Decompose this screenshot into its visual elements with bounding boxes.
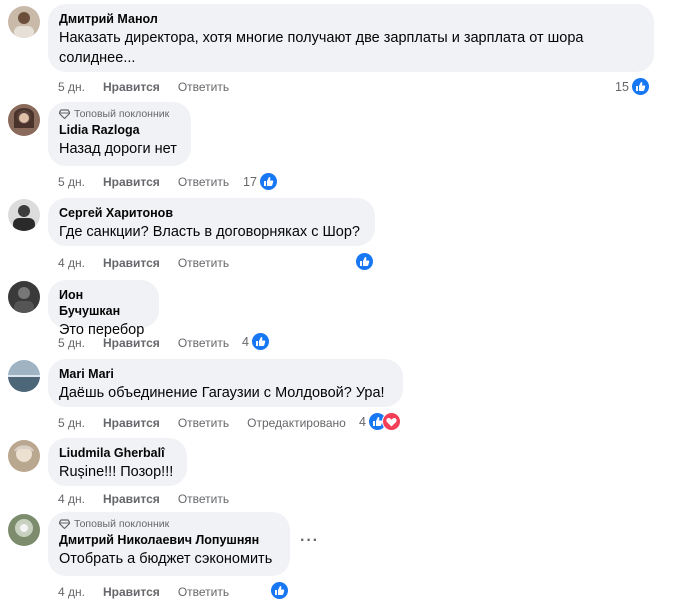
comment-bubble: Сергей Харитонов Где санкции? Власть в д… [48,198,375,246]
like-button[interactable]: Нравится [103,492,160,506]
like-button[interactable]: Нравится [103,416,160,430]
reaction-summary[interactable] [355,252,374,271]
reply-button[interactable]: Ответить [178,256,229,270]
like-button[interactable]: Нравится [103,175,160,189]
timestamp[interactable]: 5 дн. [58,80,85,94]
comment-text-line: Назад дороги нет [59,141,177,157]
comment-author[interactable]: Сергей Харитонов [59,205,363,221]
badge-label: Топовый поклонник [74,108,170,120]
like-icon [355,252,374,271]
like-icon [258,172,278,191]
comment-text: Назад дороги нет [59,139,179,159]
comment-author[interactable]: Mari Mari [59,366,391,382]
reply-button[interactable]: Ответить [178,175,229,189]
diamond-icon [59,519,70,529]
reply-button[interactable]: Ответить [178,585,229,599]
like-icon [250,332,270,351]
like-button[interactable]: Нравится [103,585,160,599]
comment-actions: 4 дн. Нравится Ответить [58,256,247,270]
reply-button[interactable]: Ответить [178,80,229,94]
avatar[interactable] [8,104,40,136]
comment-actions: 4 дн. Нравится Ответить [58,492,247,506]
timestamp[interactable]: 5 дн. [58,175,85,189]
reaction-summary[interactable]: 15 [615,77,650,96]
comment-bubble: Ион Бучушкан Это перебор [48,280,159,338]
comment-bubble: Mari Mari Даёшь объединение Гагаузии с М… [48,359,403,407]
reaction-summary[interactable]: 17 [243,172,278,191]
avatar[interactable] [8,6,40,38]
comment-text: Даёшь объединение Гагаузии с Молдовой? У… [59,383,391,403]
reaction-summary[interactable]: 4 [359,412,401,431]
comment-bubble: Топовый поклонник Дмитрий Николаевич Лоп… [48,512,290,576]
avatar[interactable] [8,199,40,231]
avatar[interactable] [8,281,40,313]
like-button[interactable]: Нравится [103,336,160,350]
comment-actions: 5 дн. Нравится Ответить Отредактировано [58,416,364,430]
reaction-summary[interactable] [270,581,289,600]
edited-label[interactable]: Отредактировано [247,416,346,430]
like-button[interactable]: Нравится [103,256,160,270]
timestamp[interactable]: 4 дн. [58,492,85,506]
avatar[interactable] [8,360,40,392]
avatar[interactable] [8,514,40,546]
comment-text: Наказать директора, хотя многие получают… [59,28,642,68]
comment-text-line: Наказать директора, хотя многие получают… [59,30,584,46]
like-button[interactable]: Нравится [103,80,160,94]
top-fan-badge: Топовый поклонник [59,518,278,530]
comment-author[interactable]: Liudmila Gherbalî [59,445,175,461]
reply-button[interactable]: Ответить [178,416,229,430]
avatar[interactable] [8,440,40,472]
more-options-button[interactable]: ··· [300,532,319,550]
reaction-count: 4 [242,334,249,349]
comment-author[interactable]: Ион Бучушкан [59,287,147,319]
comment-text-line: Где санкции? Власть в договорняках с Шор… [59,224,360,240]
reaction-count: 4 [359,414,366,429]
comment-author[interactable]: Дмитрий Николаевич Лопушнян [59,532,278,548]
comment-bubble: Топовый поклонник Lidia Razloga Назад до… [48,102,191,166]
heart-icon [381,412,401,431]
badge-label: Топовый поклонник [74,518,170,530]
comment-text-line: солиднее... [59,50,136,66]
like-icon [630,77,650,96]
comment-bubble: Дмитрий Манол Наказать директора, хотя м… [48,4,654,72]
top-fan-badge: Топовый поклонник [59,108,179,120]
comment-bubble: Liudmila Gherbalî Rușine!!! Позор!!! [48,438,187,486]
comment-actions: 5 дн. Нравится Ответить [58,336,247,350]
comment-text: Где санкции? Власть в договорняках с Шор… [59,222,363,242]
reply-button[interactable]: Ответить [178,492,229,506]
comment-text: Rușine!!! Позор!!! [59,462,175,482]
timestamp[interactable]: 4 дн. [58,585,85,599]
comment-text-line: Отобрать а бюджет сэкономить [59,551,273,567]
reaction-count: 17 [243,174,257,189]
comment-actions: 4 дн. Нравится Ответить [58,585,247,599]
comment-text-line: Даёшь объединение Гагаузии с Молдовой? У… [59,385,385,401]
timestamp[interactable]: 5 дн. [58,336,85,350]
like-icon [270,581,289,600]
reply-button[interactable]: Ответить [178,336,229,350]
comment-text-line: Rușine!!! Позор!!! [59,464,174,480]
comment-author[interactable]: Дмитрий Манол [59,11,642,27]
comment-author[interactable]: Lidia Razloga [59,122,179,138]
reaction-count: 15 [615,79,629,94]
timestamp[interactable]: 5 дн. [58,416,85,430]
diamond-icon [59,109,70,119]
reaction-summary[interactable]: 4 [242,332,270,351]
comment-actions: 5 дн. Нравится Ответить [58,175,247,189]
timestamp[interactable]: 4 дн. [58,256,85,270]
comment-actions: 5 дн. Нравится Ответить [58,80,247,94]
comment-text: Отобрать а бюджет сэкономить [59,549,278,569]
